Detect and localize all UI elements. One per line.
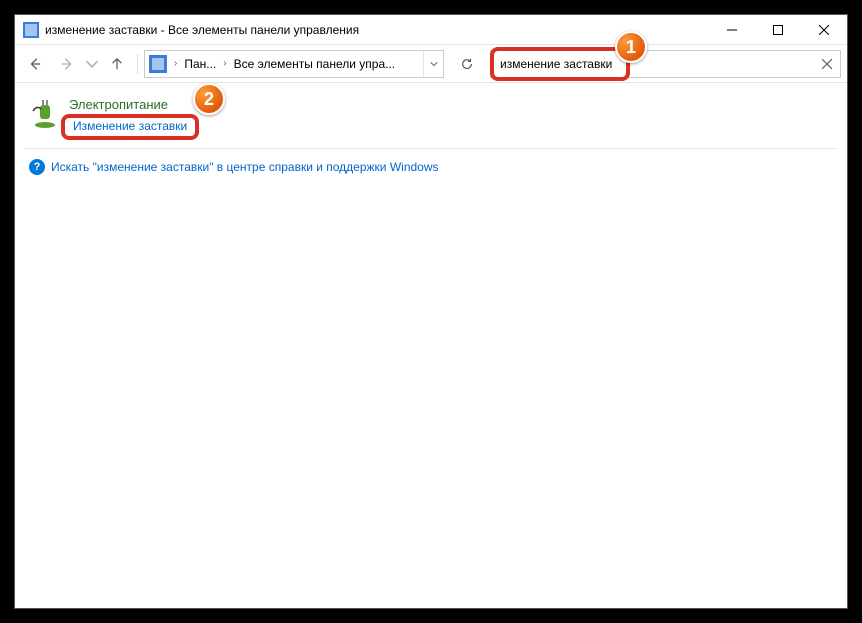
refresh-button[interactable]: [452, 50, 482, 78]
back-button[interactable]: [21, 50, 49, 78]
titlebar: изменение заставки - Все элементы панели…: [15, 15, 847, 45]
chevron-right-icon[interactable]: ›: [171, 58, 180, 69]
breadcrumb-item[interactable]: Все элементы панели упра...: [230, 51, 400, 77]
annotation-highlight-2: Изменение заставки: [61, 114, 199, 140]
help-link[interactable]: Искать "изменение заставки" в центре спр…: [51, 160, 439, 174]
result-link[interactable]: Изменение заставки: [73, 119, 187, 133]
window: изменение заставки - Все элементы панели…: [14, 14, 848, 609]
forward-button[interactable]: [53, 50, 81, 78]
content-area: Электропитание Изменение заставки 2 ? Ис…: [15, 83, 847, 608]
annotation-badge-2: 2: [193, 83, 225, 115]
minimize-button[interactable]: [709, 15, 755, 45]
help-icon: ?: [29, 159, 45, 175]
result-category[interactable]: Электропитание: [69, 97, 199, 112]
clear-search-button[interactable]: [819, 56, 835, 72]
up-button[interactable]: [103, 50, 131, 78]
recent-dropdown[interactable]: [85, 50, 99, 78]
close-button[interactable]: [801, 15, 847, 45]
navbar: › Пан... › Все элементы панели упра... и…: [15, 45, 847, 83]
annotation-badge-1: 1: [615, 31, 647, 63]
power-icon: [29, 97, 61, 129]
app-icon: [23, 22, 39, 38]
search-input[interactable]: [490, 50, 841, 78]
separator: [137, 54, 138, 74]
address-dropdown[interactable]: [423, 51, 443, 77]
chevron-right-icon[interactable]: ›: [220, 58, 229, 69]
result-text: Электропитание Изменение заставки: [69, 97, 199, 140]
address-bar[interactable]: › Пан... › Все элементы панели упра...: [144, 50, 444, 78]
breadcrumb-item[interactable]: Пан...: [180, 51, 220, 77]
maximize-button[interactable]: [755, 15, 801, 45]
control-panel-icon: [149, 55, 167, 73]
window-title: изменение заставки - Все элементы панели…: [45, 23, 709, 37]
search-wrap: изменение заставки: [490, 50, 841, 78]
result-section: Электропитание Изменение заставки 2: [15, 83, 847, 148]
help-row: ? Искать "изменение заставки" в центре с…: [15, 149, 847, 185]
